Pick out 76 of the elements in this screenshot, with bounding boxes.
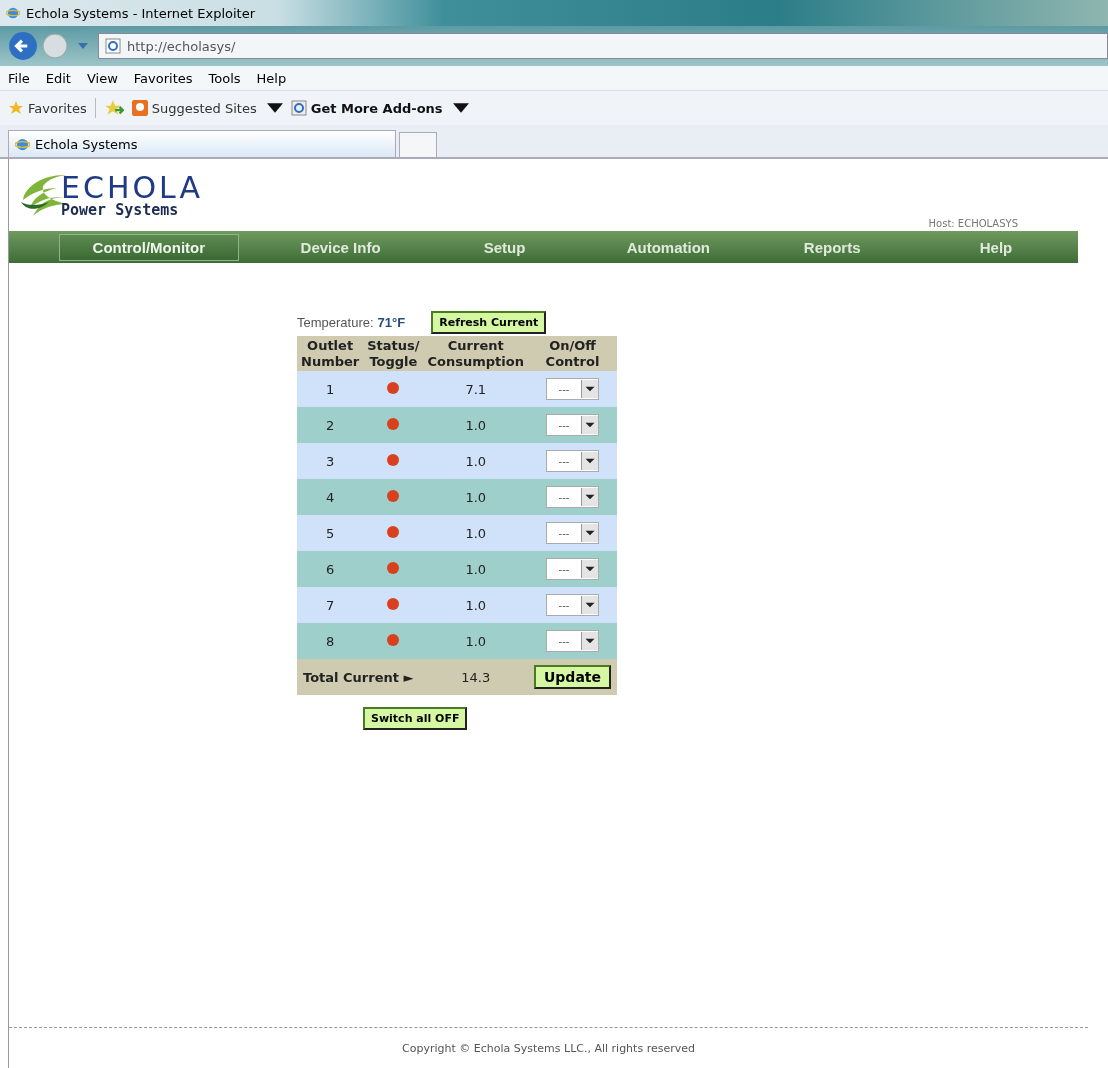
menu-item[interactable]: Tools [208,70,241,86]
status-dot[interactable] [387,381,400,394]
logo-tagline: Power Systems [61,202,180,218]
table-cell: 1.0 [423,443,528,480]
suggested-sites-button[interactable]: Suggested Sites [131,100,283,116]
browser-icon [15,136,30,152]
address-field[interactable]: http://echolasys/ [98,33,1108,59]
table-cell: 1.0 [423,551,528,588]
update-button[interactable]: Update [533,665,611,690]
refresh-button[interactable]: Refresh Current [431,311,547,334]
back-button[interactable] [8,31,38,61]
status-dot[interactable] [387,525,400,538]
on-off-select[interactable]: --- [546,450,599,473]
dropdown-icon[interactable] [78,43,88,49]
table-cell: 1.0 [423,479,528,516]
table-cell: 8 [297,623,364,660]
host-label: Host: ECHOLASYS [928,218,1018,231]
on-off-select[interactable]: --- [546,594,599,617]
on-off-select[interactable]: --- [546,378,599,401]
switch-all-off-button[interactable]: Switch all OFF [363,707,468,731]
new-tab-button[interactable] [399,132,437,157]
table-cell: 1.0 [423,515,528,552]
table-cell: 1.0 [423,623,528,660]
status-dot[interactable] [387,489,400,502]
browser-tab[interactable]: Echola Systems [8,130,396,157]
nav-tab[interactable]: Device Info [258,234,423,260]
column-header: Outlet Number [297,336,364,372]
nav-tab[interactable]: Reports [750,234,915,260]
logo-name: ECHOLA [61,172,203,203]
nav-tab[interactable]: Help [914,234,1078,260]
page-icon [105,38,121,54]
on-off-select[interactable]: --- [546,414,599,437]
nav-tab[interactable]: Automation [586,234,751,260]
table-cell: 6 [297,551,364,588]
table-cell: 4 [297,479,364,516]
on-off-select[interactable]: --- [546,630,599,653]
on-off-select[interactable]: --- [546,522,599,545]
on-off-select[interactable]: --- [546,558,599,581]
forward-button[interactable] [42,33,68,59]
status-dot[interactable] [387,417,400,430]
column-header: Status/ Toggle [363,336,424,372]
add-ons-button[interactable]: Get More Add-ons [290,100,469,116]
status-dot[interactable] [387,597,400,610]
temperature-label: Temperature: [297,315,374,330]
browser-icon [6,6,20,20]
table-cell: 7 [297,587,364,624]
table-cell: 1.0 [423,587,528,624]
table-cell: 3 [297,443,364,480]
table-cell: 7.1 [423,371,528,408]
status-dot[interactable] [387,453,400,466]
star-icon [8,100,24,116]
menu-item[interactable]: Favorites [133,70,193,86]
total-label: Total Current ► [297,659,424,696]
suggested-sites-icon [131,100,148,116]
status-dot[interactable] [387,633,400,646]
menu-item[interactable]: File [8,70,30,86]
page-icon [290,100,307,116]
copyright-text: Copyright © Echola Systems LLC., All rights reserved [402,1041,695,1055]
menu-item[interactable]: View [86,70,118,86]
table-cell: 1 [297,371,364,408]
table-cell: 1.0 [423,407,528,444]
nav-tab[interactable]: Setup [422,234,587,260]
column-header: Current Consumption [423,336,528,372]
menu-item[interactable]: Help [256,70,287,86]
add-favorite-icon[interactable] [103,99,124,117]
table-cell: 5 [297,515,364,552]
table-cell: 2 [297,407,364,444]
menu-item[interactable]: Edit [45,70,71,86]
window-title: Echola Systems - Internet Exploiter [26,5,255,21]
temperature-value: 71°F [377,315,406,330]
favorites-button[interactable]: Favorites [8,100,87,116]
nav-tab[interactable]: Control/Monitor [59,233,239,261]
status-dot[interactable] [387,561,400,574]
on-off-select[interactable]: --- [546,486,599,509]
column-header: On/Off Control [527,336,617,372]
total-value: 14.3 [423,659,528,696]
